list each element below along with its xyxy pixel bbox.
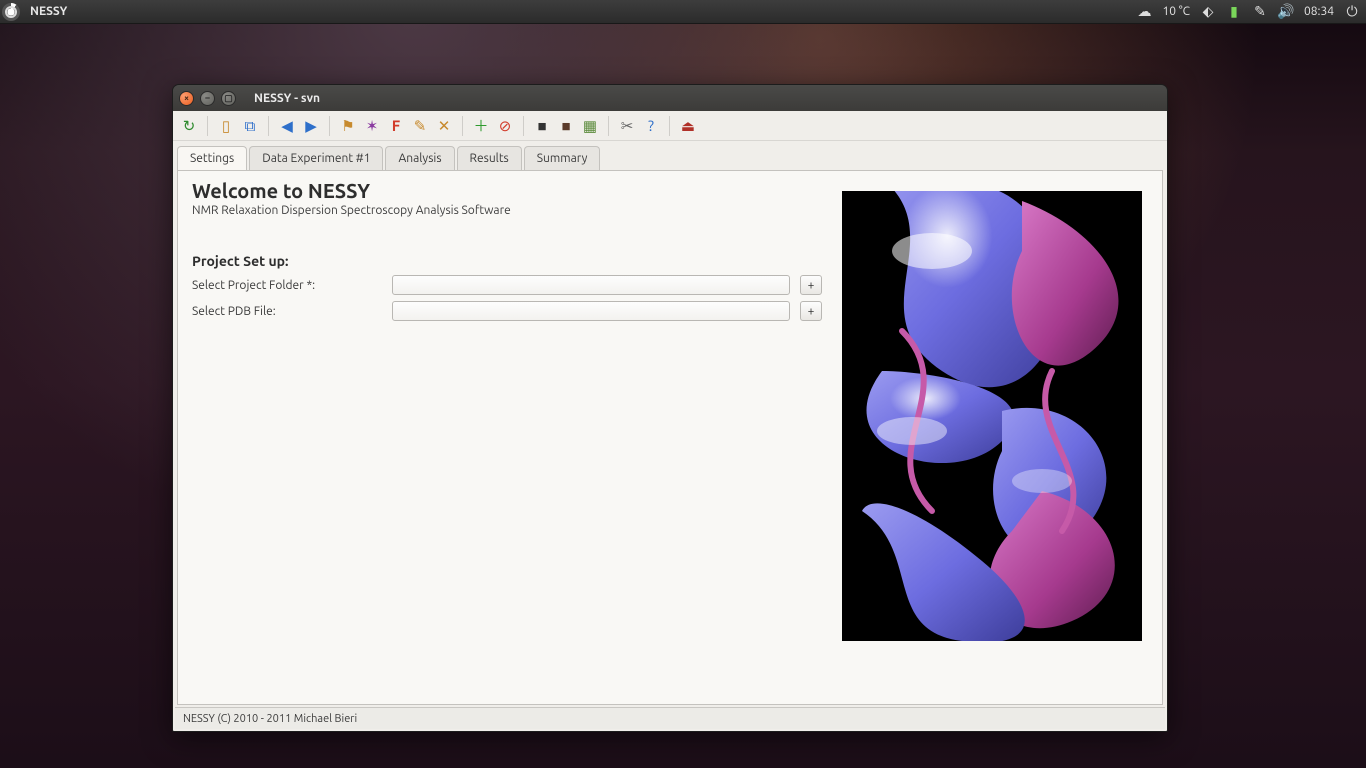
square-icon[interactable]: ■ [532,116,552,136]
cross-icon[interactable]: ✕ [434,116,454,136]
desktop: NESSY ☁ 10 °C ⬖ ▮ ✎ 🔊 08:34 ⏻ × – ▢ NESS… [0,0,1366,768]
status-text: NESSY (C) 2010 - 2011 Michael Bieri [183,713,357,725]
weather-text: 10 °C [1162,5,1190,18]
tab-settings[interactable]: Settings [177,146,247,171]
project-folder-browse-button[interactable]: + [800,275,822,295]
system-panel: NESSY ☁ 10 °C ⬖ ▮ ✎ 🔊 08:34 ⏻ [0,0,1366,24]
document-icon[interactable]: ▯ [216,116,236,136]
pdb-file-browse-button[interactable]: + [800,301,822,321]
main-toolbar: ↻▯⧉◀▶⚑✶F✎✕＋⊘■■▦✂?⏏ [173,111,1167,141]
panel-app-name: NESSY [30,5,67,18]
nav-back-icon[interactable]: ◀ [277,116,297,136]
tab-label: Analysis [398,152,441,165]
window-maximize-button[interactable]: ▢ [221,91,236,106]
project-folder-input[interactable] [392,275,790,295]
window-close-button[interactable]: × [179,91,194,106]
brush-icon[interactable]: ✎ [1252,4,1268,20]
protein-image [842,191,1142,641]
clock[interactable]: 08:34 [1304,5,1334,18]
weather-icon[interactable]: ☁ [1136,4,1152,20]
tab-analysis[interactable]: Analysis [385,146,454,170]
square2-icon[interactable]: ■ [556,116,576,136]
toolbar-separator [523,116,524,136]
refresh-icon[interactable]: ↻ [179,116,199,136]
tab-label: Results [470,152,509,165]
dropbox-icon[interactable]: ⬖ [1200,4,1216,20]
status-bar: NESSY (C) 2010 - 2011 Michael Bieri [175,707,1165,729]
toolbar-separator [207,116,208,136]
tab-results[interactable]: Results [457,146,522,170]
battery-icon[interactable]: ▮ [1226,4,1242,20]
molecule-icon[interactable]: ✶ [362,116,382,136]
window-minimize-button[interactable]: – [200,91,215,106]
toolbar-separator [462,116,463,136]
exit-icon[interactable]: ⏏ [678,116,698,136]
pdb-file-input[interactable] [392,301,790,321]
volume-icon[interactable]: 🔊 [1278,4,1294,20]
pdb-file-label: Select PDB File: [192,305,382,318]
tools-icon[interactable]: ✂ [617,116,637,136]
titlebar[interactable]: × – ▢ NESSY - svn [173,85,1167,111]
app-window: × – ▢ NESSY - svn ↻▯⧉◀▶⚑✶F✎✕＋⊘■■▦✂?⏏ Set… [172,84,1168,732]
power-icon[interactable]: ⏻ [1344,4,1360,20]
tab-label: Settings [190,152,234,165]
copy-icon[interactable]: ⧉ [240,116,260,136]
flag-icon[interactable]: ⚑ [338,116,358,136]
add-icon[interactable]: ＋ [471,116,491,136]
toolbar-separator [608,116,609,136]
help-icon[interactable]: ? [641,116,661,136]
window-title: NESSY - svn [254,92,320,105]
letter-f-icon[interactable]: F [386,116,406,136]
project-folder-label: Select Project Folder *: [192,279,382,292]
tab-bar: Settings Data Experiment #1 Analysis Res… [173,141,1167,170]
toolbar-separator [329,116,330,136]
pencil-icon[interactable]: ✎ [410,116,430,136]
chart-icon[interactable]: ▦ [580,116,600,136]
tab-data-experiment[interactable]: Data Experiment #1 [249,146,383,170]
tab-summary[interactable]: Summary [524,146,601,170]
tab-content: Welcome to NESSY NMR Relaxation Dispersi… [177,170,1163,705]
ubuntu-logo-icon[interactable] [2,3,20,21]
nav-forward-icon[interactable]: ▶ [301,116,321,136]
tab-label: Summary [537,152,588,165]
tab-label: Data Experiment #1 [262,152,370,165]
stop-icon[interactable]: ⊘ [495,116,515,136]
toolbar-separator [268,116,269,136]
toolbar-separator [669,116,670,136]
